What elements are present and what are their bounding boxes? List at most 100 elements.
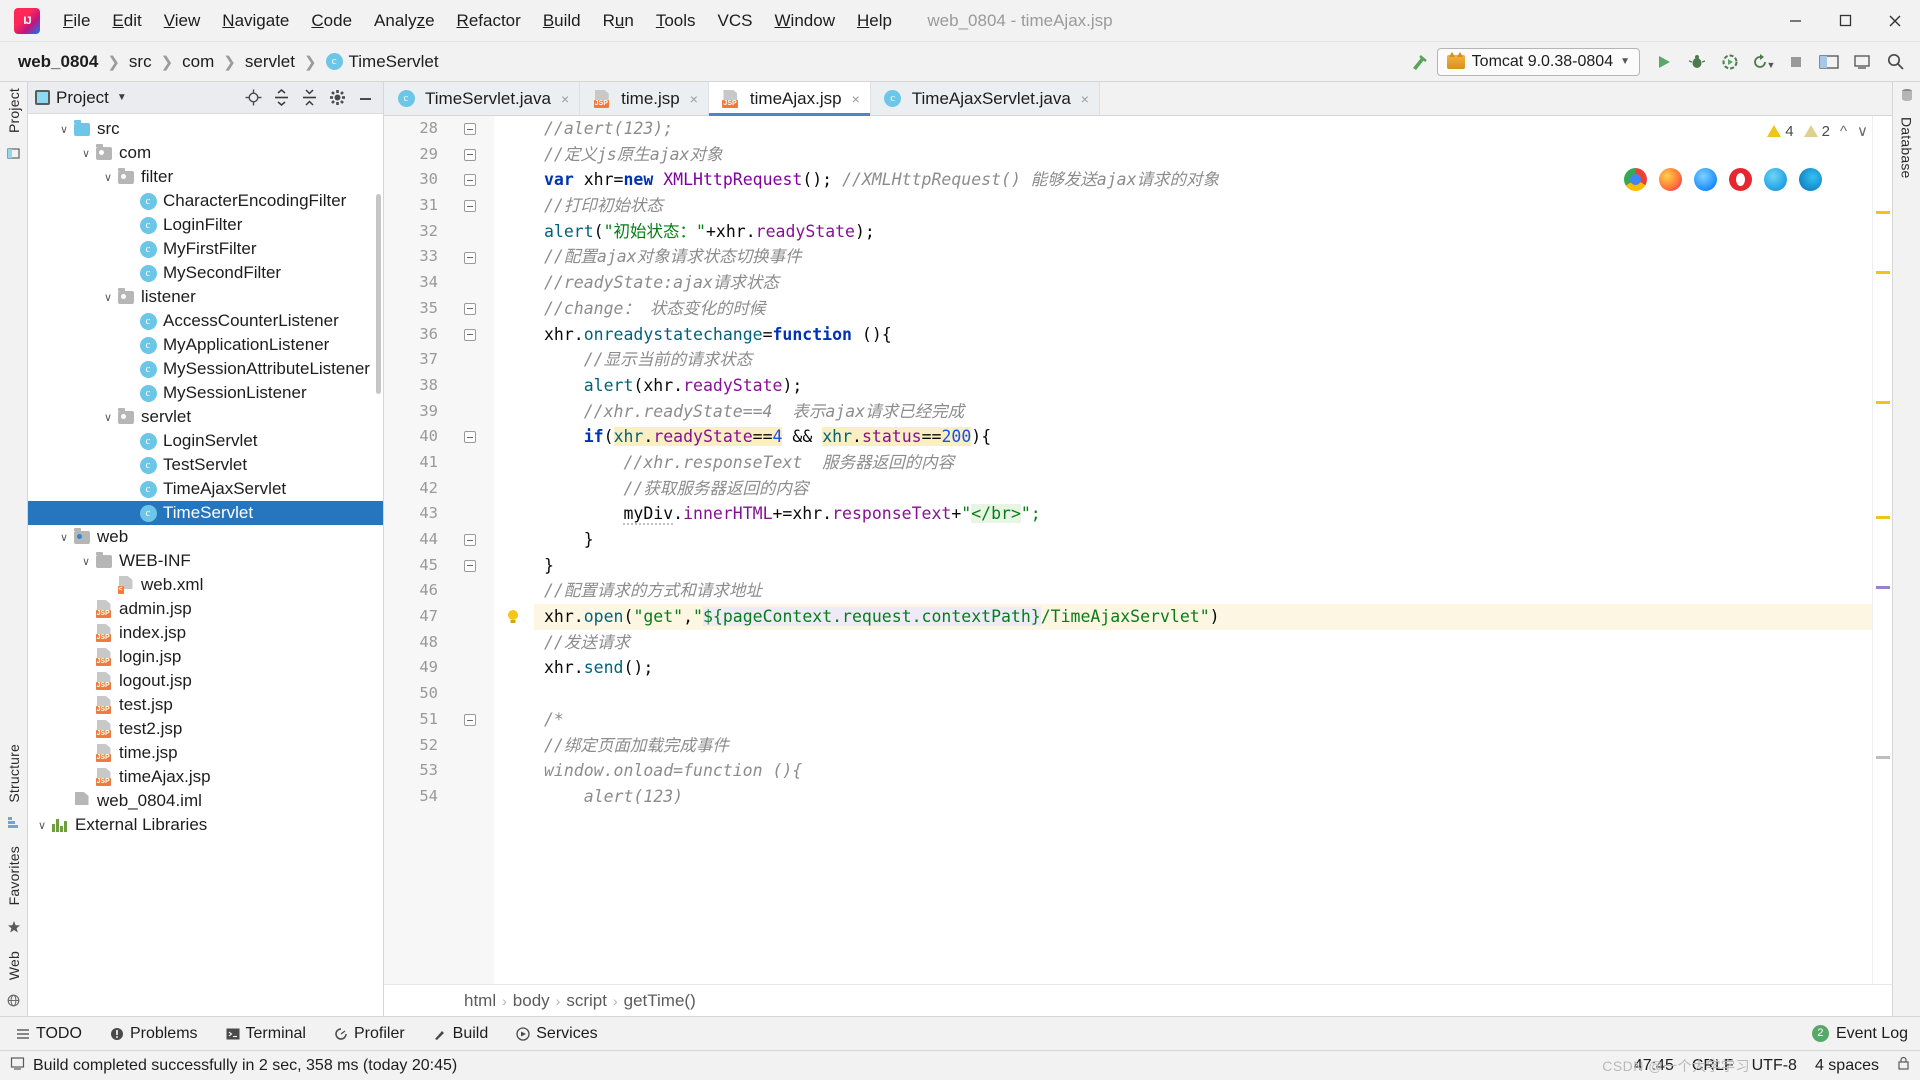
project-tree[interactable]: ∨ src ∨ com ∨ filter c CharacterEncodingFilter c… [28, 114, 383, 1016]
fold-toggle-icon[interactable] [464, 200, 476, 213]
menu-navigate[interactable]: Navigate [211, 7, 300, 35]
code-line[interactable]: alert(123) [534, 784, 1872, 810]
fold-toggle-icon[interactable] [464, 328, 476, 341]
analysis-marker[interactable] [1876, 516, 1890, 519]
fold-toggle-icon[interactable] [464, 302, 476, 315]
code-line[interactable]: //配置ajax对象请求状态切换事件 [534, 244, 1872, 270]
tree-node-web-0804-iml[interactable]: web_0804.iml [28, 789, 383, 813]
analysis-marker[interactable] [1876, 586, 1890, 589]
restart-button[interactable]: ▼ [1748, 47, 1778, 77]
code-line[interactable]: alert("初始状态："+xhr.readyState); [534, 219, 1872, 245]
tool-window-button-services[interactable]: Services [512, 1023, 601, 1045]
close-tab-icon[interactable]: × [690, 91, 698, 107]
warning-count[interactable]: 4 [1767, 123, 1794, 140]
rail-button-web[interactable]: Web [6, 951, 22, 980]
tree-node-loginfilter[interactable]: c LoginFilter [28, 213, 383, 237]
menu-edit[interactable]: Edit [101, 7, 152, 35]
rail-button-favorites[interactable]: Favorites [6, 846, 22, 905]
code-line[interactable]: //显示当前的请求状态 [534, 347, 1872, 373]
fold-toggle-icon[interactable] [464, 714, 476, 727]
editor-tab-bar[interactable]: c TimeServlet.java × JSP time.jsp × JSP timeAja… [384, 82, 1892, 116]
menu-window[interactable]: Window [764, 7, 846, 35]
code-line[interactable]: //change： 状态变化的时候 [534, 296, 1872, 322]
close-icon[interactable] [1870, 0, 1920, 42]
editor-breadcrumb-gettime-[interactable]: getTime() [624, 991, 696, 1011]
main-menu[interactable]: File Edit View Navigate Code Analyze Ref… [52, 7, 903, 35]
analysis-scrollbar[interactable] [1872, 116, 1892, 984]
fold-toggle-icon[interactable] [464, 431, 476, 444]
tree-node-mysessionattributelistener[interactable]: c MySessionAttributeListener [28, 357, 383, 381]
tool-window-button-todo[interactable]: TODO [12, 1023, 86, 1045]
menu-run[interactable]: Run [592, 7, 645, 35]
tool-window-bar[interactable]: TODO Problems Terminal Profiler Build Service… [0, 1016, 1920, 1050]
tree-node-web-xml[interactable]: < web.xml [28, 573, 383, 597]
file-encoding[interactable]: UTF-8 [1752, 1057, 1797, 1075]
tree-node-login-jsp[interactable]: JSP login.jsp [28, 645, 383, 669]
run-with-coverage-button[interactable] [1715, 47, 1745, 77]
code-line[interactable]: if(xhr.readyState==4 && xhr.status==200)… [534, 424, 1872, 450]
code-line[interactable]: //获取服务器返回的内容 [534, 476, 1872, 502]
code-line[interactable]: window.onload=function (){ [534, 758, 1872, 784]
code-line[interactable]: alert(xhr.readyState); [534, 373, 1872, 399]
fold-toggle-icon[interactable] [464, 559, 476, 572]
chevron-down-icon[interactable]: ∨ [78, 147, 94, 160]
code-line[interactable]: //打印初始状态 [534, 193, 1872, 219]
minimize-icon[interactable] [1770, 0, 1820, 42]
expand-all-icon[interactable] [270, 87, 292, 109]
close-tab-icon[interactable]: × [1081, 91, 1089, 107]
weak-warning-count[interactable]: 2 [1803, 123, 1830, 140]
build-hammer-icon[interactable] [1404, 47, 1434, 77]
code-line[interactable]: //xhr.readyState==4 表示ajax请求已经完成 [534, 399, 1872, 425]
tree-node-logout-jsp[interactable]: JSP logout.jsp [28, 669, 383, 693]
debug-button[interactable] [1682, 47, 1712, 77]
chevron-down-icon[interactable]: ∨ [100, 411, 116, 424]
chevron-down-icon[interactable]: ∨ [56, 531, 72, 544]
analysis-marker[interactable] [1876, 271, 1890, 274]
tree-node-characterencodingfilter[interactable]: c CharacterEncodingFilter [28, 189, 383, 213]
tree-node-admin-jsp[interactable]: JSP admin.jsp [28, 597, 383, 621]
next-problem-icon[interactable]: ∨ [1857, 122, 1868, 140]
project-tree-scrollbar[interactable] [376, 194, 381, 394]
tree-node-time-jsp[interactable]: JSP time.jsp [28, 741, 383, 765]
chevron-down-icon[interactable]: ∨ [100, 171, 116, 184]
tree-node-filter[interactable]: ∨ filter [28, 165, 383, 189]
search-everywhere-icon[interactable] [1880, 47, 1910, 77]
code-line[interactable]: //绑定页面加载完成事件 [534, 733, 1872, 759]
fold-toggle-icon[interactable] [464, 534, 476, 547]
tree-node-src[interactable]: ∨ src [28, 117, 383, 141]
menu-file[interactable]: File [52, 7, 101, 35]
code-folding-gutter[interactable] [446, 116, 494, 984]
editor-tab-time-jsp[interactable]: JSP time.jsp × [580, 82, 709, 115]
analysis-marker[interactable] [1876, 756, 1890, 759]
breadcrumb-project[interactable]: web_0804 [14, 50, 102, 74]
tree-node-myapplicationlistener[interactable]: c MyApplicationListener [28, 333, 383, 357]
code-line[interactable]: myDiv.innerHTML+=xhr.responseText+"</br>… [534, 501, 1872, 527]
tree-node-index-jsp[interactable]: JSP index.jsp [28, 621, 383, 645]
lock-icon[interactable] [1897, 1056, 1910, 1075]
tree-node-external-libraries[interactable]: ∨ External Libraries [28, 813, 383, 837]
chevron-down-icon[interactable]: ▼ [117, 92, 127, 103]
tree-node-accesscounterlistener[interactable]: c AccessCounterListener [28, 309, 383, 333]
open-in-chrome-icon[interactable] [1624, 168, 1647, 191]
layout-button[interactable] [1814, 47, 1844, 77]
close-tab-icon[interactable]: × [852, 91, 860, 107]
menu-code[interactable]: Code [300, 7, 363, 35]
fold-toggle-icon[interactable] [464, 251, 476, 264]
editor-breadcrumbs[interactable]: html › body › script › getTime() [384, 984, 1892, 1016]
code-line[interactable]: } [534, 553, 1872, 579]
chevron-down-icon[interactable]: ∨ [34, 819, 50, 832]
gutter-icons-area[interactable] [494, 116, 534, 984]
rail-button-database[interactable]: Database [1899, 117, 1915, 179]
code-line[interactable]: //alert(123); [534, 116, 1872, 142]
maximize-icon[interactable] [1820, 0, 1870, 42]
close-tab-icon[interactable]: × [561, 91, 569, 107]
code-line[interactable]: } [534, 527, 1872, 553]
locate-file-icon[interactable] [242, 87, 264, 109]
tree-node-servlet[interactable]: ∨ servlet [28, 405, 383, 429]
menu-view[interactable]: View [153, 7, 212, 35]
intention-bulb-icon[interactable] [504, 608, 522, 626]
breadcrumb-servlet[interactable]: servlet [241, 50, 299, 74]
breadcrumb-timeservlet[interactable]: c TimeServlet [322, 50, 443, 74]
tool-window-button-build[interactable]: Build [429, 1023, 493, 1045]
inspection-widget[interactable]: 4 2 ^ ∨ [1767, 122, 1868, 140]
